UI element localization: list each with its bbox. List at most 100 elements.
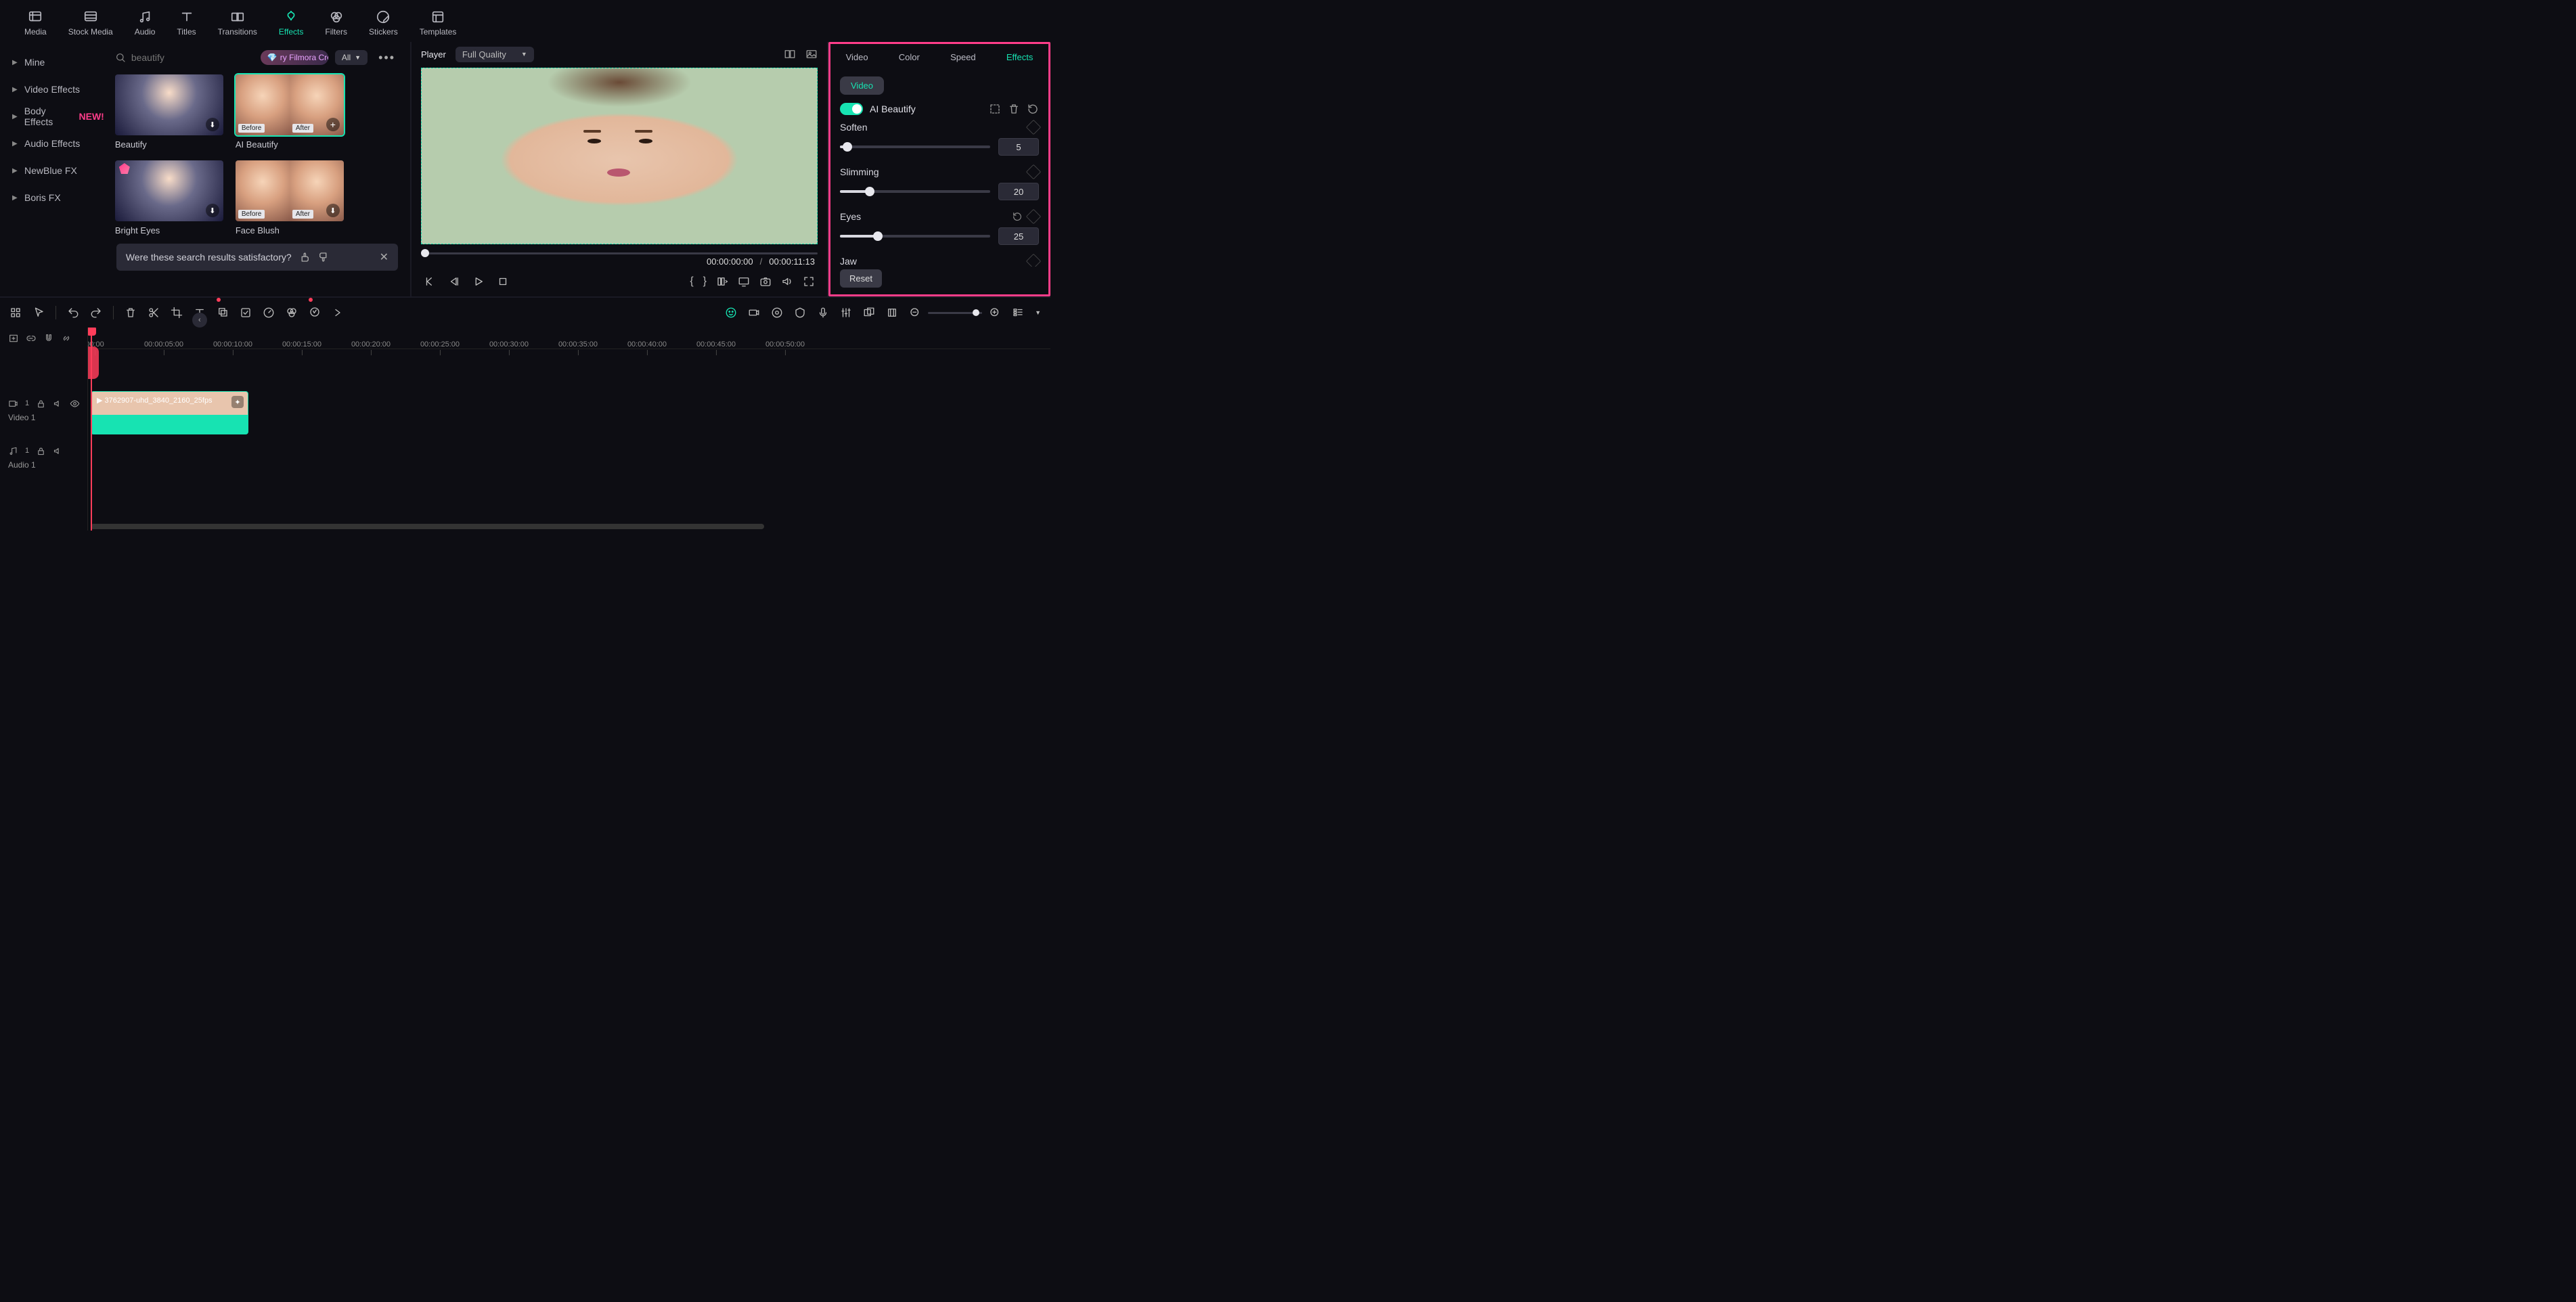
zoom-out-icon[interactable] bbox=[909, 307, 921, 319]
crop-icon[interactable] bbox=[171, 307, 183, 319]
nav-stickers[interactable]: Stickers bbox=[358, 3, 409, 42]
link2-icon[interactable] bbox=[61, 333, 72, 344]
mute-icon[interactable] bbox=[53, 446, 63, 456]
sidebar-item-newblue-fx[interactable]: ▶NewBlue FX bbox=[0, 157, 104, 184]
prev-frame-icon[interactable] bbox=[424, 275, 436, 288]
keyframe-icon[interactable] bbox=[1026, 164, 1042, 180]
nav-media[interactable]: Media bbox=[14, 3, 58, 42]
keyframe-icon[interactable] bbox=[1026, 254, 1042, 267]
record-icon[interactable] bbox=[771, 307, 783, 319]
split-icon[interactable] bbox=[148, 307, 160, 319]
snapshot-icon[interactable] bbox=[759, 275, 772, 288]
nav-templates[interactable]: Templates bbox=[409, 3, 468, 42]
fullscreen-icon[interactable] bbox=[803, 275, 815, 288]
add-icon[interactable]: + bbox=[326, 118, 340, 131]
effect-thumb[interactable]: BeforeAfter+ bbox=[236, 74, 344, 135]
play-reverse-icon[interactable] bbox=[448, 275, 460, 288]
timeline-ruler[interactable]: 00:0000:00:05:0000:00:10:0000:00:15:0000… bbox=[88, 328, 1050, 349]
sidebar-item-mine[interactable]: ▶Mine bbox=[0, 49, 104, 76]
thumbs-up-icon[interactable] bbox=[298, 251, 311, 263]
clip-ai-icon[interactable]: ✦ bbox=[231, 396, 244, 408]
effect-card[interactable]: ⬇Beautify bbox=[115, 74, 223, 150]
tab-effects[interactable]: Effects bbox=[1006, 52, 1034, 62]
tab-speed[interactable]: Speed bbox=[950, 52, 976, 62]
nav-transitions[interactable]: Transitions bbox=[207, 3, 268, 42]
param-value[interactable]: 20 bbox=[998, 183, 1039, 200]
player-viewport[interactable] bbox=[421, 68, 818, 244]
delete-icon[interactable] bbox=[1008, 103, 1020, 115]
keyframe-icon[interactable] bbox=[1026, 209, 1042, 225]
tab-video[interactable]: Video bbox=[846, 52, 868, 62]
timeline-hscroll[interactable] bbox=[88, 524, 1050, 529]
playhead[interactable] bbox=[91, 328, 92, 531]
search-input[interactable]: beautify bbox=[131, 52, 254, 63]
param-value[interactable]: 5 bbox=[998, 138, 1039, 156]
select-area-icon[interactable] bbox=[989, 103, 1001, 115]
image-icon[interactable] bbox=[805, 48, 818, 60]
track-motion-icon[interactable] bbox=[240, 307, 252, 319]
undo-icon[interactable] bbox=[67, 307, 79, 319]
redo-icon[interactable] bbox=[90, 307, 102, 319]
nav-filters[interactable]: Filters bbox=[314, 3, 358, 42]
mixer-icon[interactable] bbox=[840, 307, 852, 319]
stop-icon[interactable] bbox=[497, 275, 509, 288]
effect-thumb[interactable]: BeforeAfter⬇ bbox=[236, 160, 344, 221]
group-icon[interactable] bbox=[863, 307, 875, 319]
eye-icon[interactable] bbox=[70, 399, 80, 409]
copy-icon[interactable] bbox=[217, 306, 229, 318]
mute-icon[interactable] bbox=[53, 399, 63, 409]
zoom-in-icon[interactable] bbox=[989, 307, 1001, 319]
zoom-slider[interactable] bbox=[928, 312, 982, 314]
download-icon[interactable]: ⬇ bbox=[206, 204, 219, 217]
sidebar-item-boris-fx[interactable]: ▶Boris FX bbox=[0, 184, 104, 211]
effect-thumb[interactable]: ⬇ bbox=[115, 160, 223, 221]
reset-button[interactable]: Reset bbox=[840, 269, 882, 288]
magnet-icon[interactable] bbox=[43, 333, 54, 344]
param-slider[interactable] bbox=[840, 145, 990, 148]
chevron-down-icon[interactable]: ▼ bbox=[1035, 309, 1041, 316]
video-clip[interactable]: ▶ 3762907-uhd_3840_2160_25fps ✦ bbox=[91, 391, 248, 434]
display-icon[interactable] bbox=[738, 275, 750, 288]
param-slider[interactable] bbox=[840, 235, 990, 238]
download-icon[interactable]: ⬇ bbox=[206, 118, 219, 131]
sub-tab-video[interactable]: Video bbox=[840, 76, 884, 95]
more-tools-icon[interactable] bbox=[332, 307, 344, 319]
try-filmora-badge[interactable]: 💎 ry Filmora Cre bbox=[261, 50, 328, 65]
cursor-icon[interactable] bbox=[32, 307, 45, 319]
ai-beautify-toggle[interactable] bbox=[840, 103, 863, 115]
mic-icon[interactable] bbox=[817, 307, 829, 319]
nav-audio[interactable]: Audio bbox=[124, 3, 166, 42]
quality-select[interactable]: Full Quality▼ bbox=[456, 47, 534, 62]
lock-icon[interactable] bbox=[36, 399, 46, 409]
view-mode-icon[interactable] bbox=[1012, 307, 1024, 319]
param-value[interactable]: 25 bbox=[998, 227, 1039, 245]
add-track-icon[interactable] bbox=[8, 333, 19, 344]
speed-icon[interactable] bbox=[263, 307, 275, 319]
filter-all[interactable]: All▼ bbox=[335, 50, 368, 65]
camera-tool-icon[interactable] bbox=[748, 307, 760, 319]
mark-in-icon[interactable]: { bbox=[690, 275, 693, 288]
marker-tool-icon[interactable] bbox=[886, 307, 898, 319]
tab-color[interactable]: Color bbox=[899, 52, 920, 62]
link-icon[interactable] bbox=[26, 333, 37, 344]
keyframe-icon[interactable] bbox=[1026, 120, 1042, 135]
compare-icon[interactable] bbox=[784, 48, 796, 60]
nav-titles[interactable]: Titles bbox=[166, 3, 206, 42]
effect-card[interactable]: ⬇Bright Eyes bbox=[115, 160, 223, 235]
effect-thumb[interactable]: ⬇ bbox=[115, 74, 223, 135]
download-icon[interactable]: ⬇ bbox=[326, 204, 340, 217]
ai-tools-icon[interactable] bbox=[309, 306, 321, 318]
sidebar-collapse[interactable]: ‹ bbox=[192, 313, 207, 328]
more-icon[interactable]: ••• bbox=[374, 51, 399, 65]
sidebar-item-audio-effects[interactable]: ▶Audio Effects bbox=[0, 130, 104, 157]
sidebar-item-body-effects[interactable]: ▶Body EffectsNEW! bbox=[0, 103, 104, 130]
scrubber-handle[interactable] bbox=[421, 249, 429, 257]
effect-card[interactable]: BeforeAfter⬇Face Blush bbox=[236, 160, 344, 235]
reset-param-icon[interactable] bbox=[1012, 211, 1023, 222]
delete-clip-icon[interactable] bbox=[125, 307, 137, 319]
close-icon[interactable]: ✕ bbox=[380, 250, 388, 264]
color-icon[interactable] bbox=[286, 307, 298, 319]
playhead-handle[interactable] bbox=[88, 346, 99, 379]
volume-icon[interactable] bbox=[781, 275, 793, 288]
nav-effects[interactable]: Effects bbox=[268, 3, 314, 42]
